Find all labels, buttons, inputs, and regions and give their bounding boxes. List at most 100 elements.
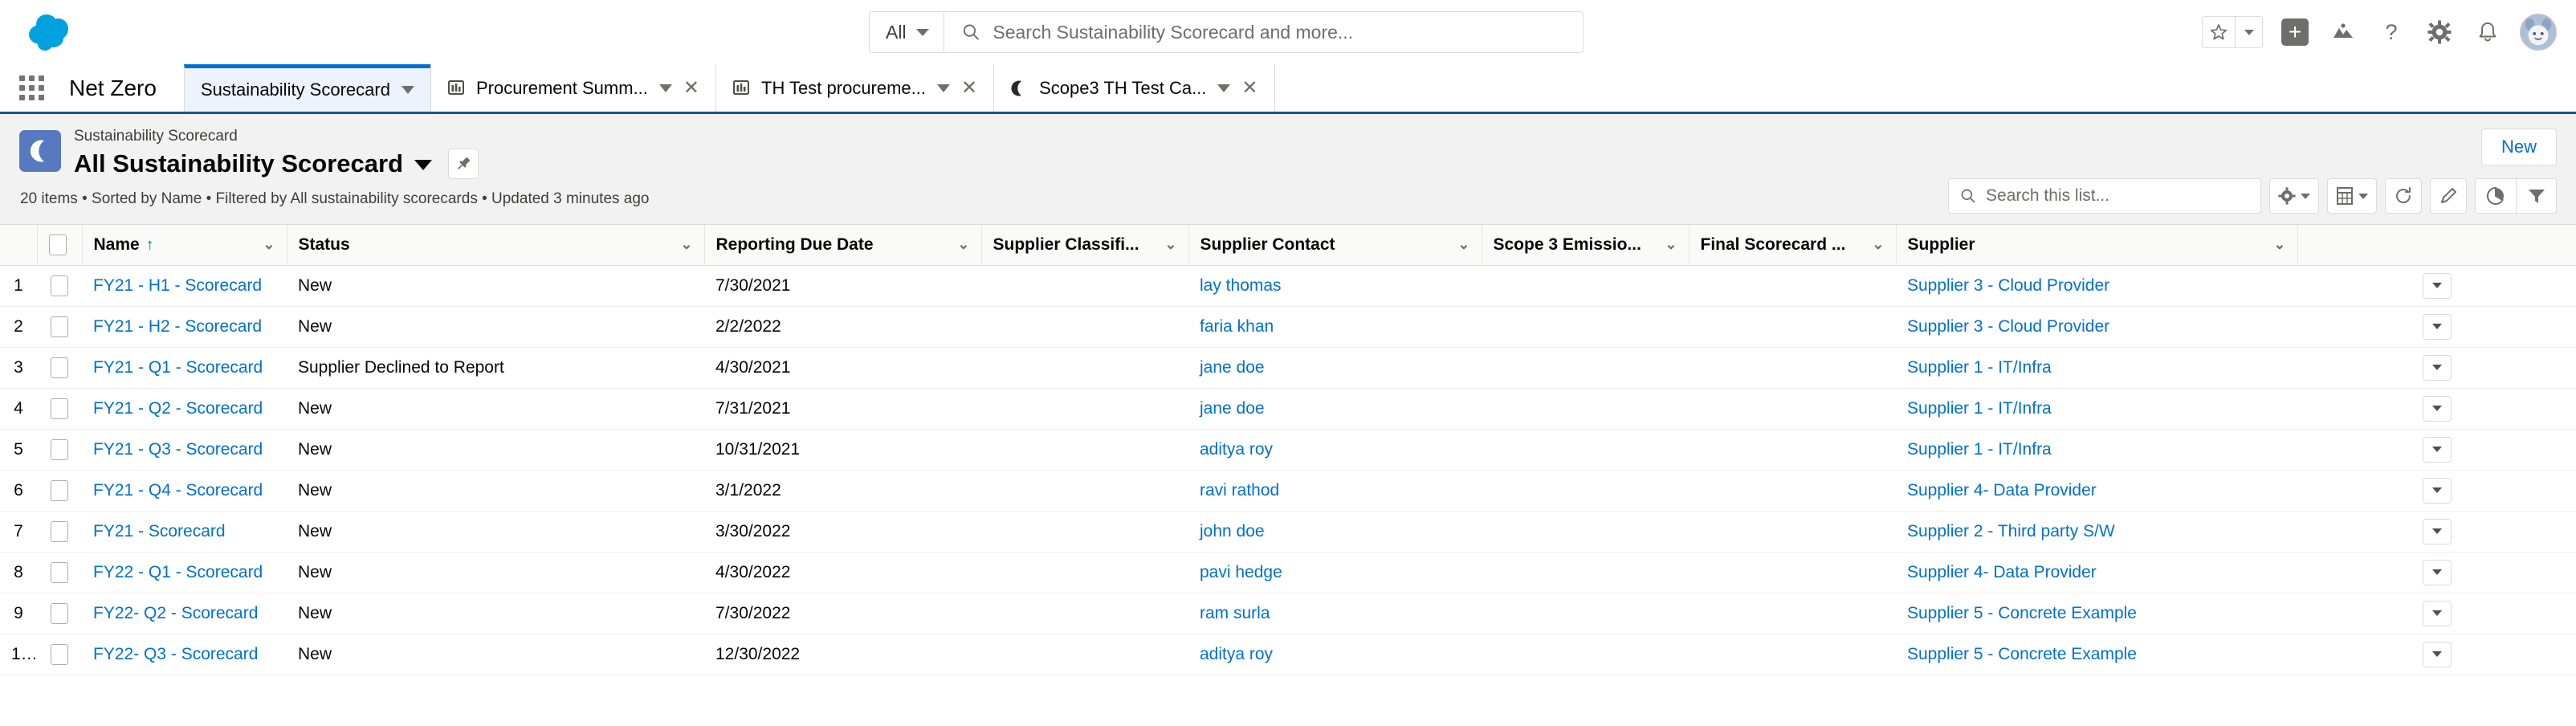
user-avatar[interactable]	[2520, 14, 2557, 51]
cell-name[interactable]: FY22- Q2 - Scorecard	[82, 593, 287, 634]
row-actions-button[interactable]	[2423, 642, 2452, 667]
row-checkbox[interactable]	[51, 480, 68, 501]
row-actions-button[interactable]	[2423, 519, 2452, 544]
row-checkbox[interactable]	[51, 521, 68, 542]
cell-supplier-contact[interactable]: aditya roy	[1188, 429, 1482, 470]
supplier-contact-link[interactable]: lay thomas	[1200, 276, 1282, 295]
cell-name[interactable]: FY22 - Q1 - Scorecard	[82, 552, 287, 593]
search-scope-selector[interactable]: All	[870, 12, 944, 52]
row-actions-button[interactable]	[2423, 273, 2452, 299]
cell-name[interactable]: FY21 - Q4 - Scorecard	[82, 470, 287, 511]
salesforce-cloud-logo[interactable]	[22, 10, 85, 55]
chevron-down-icon[interactable]	[937, 84, 950, 92]
row-actions-button[interactable]	[2423, 396, 2452, 422]
supplier-link[interactable]: Supplier 3 - Cloud Provider	[1907, 276, 2109, 295]
app-name[interactable]: Net Zero	[63, 64, 184, 112]
scorecard-name-link[interactable]: FY21 - Q1 - Scorecard	[93, 358, 263, 377]
help-icon[interactable]: ?	[2375, 16, 2407, 48]
supplier-link[interactable]: Supplier 1 - IT/Infra	[1907, 358, 2052, 377]
column-header-supplier-contact[interactable]: Supplier Contact ⌄	[1188, 225, 1482, 265]
cell-supplier[interactable]: Supplier 2 - Third party S/W	[1896, 511, 2297, 552]
supplier-contact-link[interactable]: aditya roy	[1200, 645, 1273, 663]
chevron-down-icon[interactable]	[414, 160, 432, 170]
supplier-link[interactable]: Supplier 5 - Concrete Example	[1907, 645, 2137, 663]
chevron-down-icon[interactable]: ⌄	[1872, 236, 1884, 253]
cell-supplier-contact[interactable]: aditya roy	[1188, 634, 1482, 675]
cell-supplier[interactable]: Supplier 3 - Cloud Provider	[1896, 306, 2297, 347]
row-actions-button[interactable]	[2423, 314, 2452, 340]
cell-supplier[interactable]: Supplier 4- Data Provider	[1896, 470, 2297, 511]
chevron-down-icon[interactable]: ⌄	[263, 236, 275, 253]
chevron-down-icon[interactable]: ⌄	[1457, 236, 1469, 253]
cell-name[interactable]: FY21 - Q3 - Scorecard	[82, 429, 287, 470]
supplier-contact-link[interactable]: ravi rathod	[1200, 481, 1279, 500]
display-as-button[interactable]	[2327, 178, 2377, 214]
scorecard-name-link[interactable]: FY21 - Q4 - Scorecard	[93, 481, 263, 500]
chevron-down-icon[interactable]: ⌄	[1665, 236, 1677, 253]
chart-button[interactable]	[2476, 179, 2516, 213]
cell-supplier[interactable]: Supplier 1 - IT/Infra	[1896, 429, 2297, 470]
cell-name[interactable]: FY22- Q3 - Scorecard	[82, 634, 287, 675]
list-view-controls-button[interactable]	[2269, 178, 2319, 214]
chevron-down-icon[interactable]: ⌄	[680, 236, 692, 253]
supplier-contact-link[interactable]: ram surla	[1200, 604, 1270, 622]
supplier-link[interactable]: Supplier 1 - IT/Infra	[1907, 399, 2052, 418]
supplier-contact-link[interactable]: jane doe	[1200, 399, 1265, 418]
cell-supplier-contact[interactable]: pavi hedge	[1188, 552, 1482, 593]
column-header-final-scorecard[interactable]: Final Scorecard ... ⌄	[1689, 225, 1896, 265]
supplier-contact-link[interactable]: jane doe	[1200, 358, 1265, 377]
row-actions-button[interactable]	[2423, 355, 2452, 381]
table-row[interactable]: 2FY21 - H2 - ScorecardNew2/2/2022faria k…	[0, 306, 2576, 347]
supplier-link[interactable]: Supplier 5 - Concrete Example	[1907, 604, 2137, 622]
supplier-link[interactable]: Supplier 1 - IT/Infra	[1907, 440, 2052, 459]
column-header-reporting-due-date[interactable]: Reporting Due Date ⌄	[704, 225, 981, 265]
global-search[interactable]: All	[869, 11, 1584, 53]
global-search-input[interactable]	[992, 22, 1583, 43]
table-row[interactable]: 5FY21 - Q3 - ScorecardNew10/31/2021adity…	[0, 429, 2576, 470]
supplier-link[interactable]: Supplier 4- Data Provider	[1907, 481, 2097, 500]
select-all-checkbox[interactable]	[49, 235, 67, 255]
row-checkbox[interactable]	[51, 439, 68, 460]
scorecard-name-link[interactable]: FY21 - Q2 - Scorecard	[93, 399, 263, 418]
edit-button[interactable]	[2430, 178, 2467, 214]
list-search[interactable]	[1948, 178, 2261, 214]
row-checkbox[interactable]	[51, 357, 68, 378]
refresh-button[interactable]	[2385, 178, 2422, 214]
chevron-down-icon[interactable]: ⌄	[2273, 236, 2285, 253]
cell-supplier[interactable]: Supplier 5 - Concrete Example	[1896, 634, 2297, 675]
column-header-name[interactable]: Name ↑ ⌄	[82, 225, 287, 265]
row-checkbox[interactable]	[51, 398, 68, 419]
supplier-link[interactable]: Supplier 3 - Cloud Provider	[1907, 317, 2109, 336]
cell-supplier[interactable]: Supplier 5 - Concrete Example	[1896, 593, 2297, 634]
close-icon[interactable]: ✕	[683, 79, 699, 98]
cell-supplier[interactable]: Supplier 3 - Cloud Provider	[1896, 265, 2297, 306]
table-row[interactable]: 7FY21 - ScorecardNew3/30/2022john doeSup…	[0, 511, 2576, 552]
cell-supplier-contact[interactable]: jane doe	[1188, 347, 1482, 388]
row-actions-button[interactable]	[2423, 478, 2452, 504]
cell-supplier-contact[interactable]: jane doe	[1188, 388, 1482, 429]
scorecard-name-link[interactable]: FY22- Q3 - Scorecard	[93, 645, 258, 663]
table-row[interactable]: 9FY22- Q2 - ScorecardNew7/30/2022ram sur…	[0, 593, 2576, 634]
cell-name[interactable]: FY21 - H1 - Scorecard	[82, 265, 287, 306]
chevron-down-icon[interactable]: ⌄	[1164, 236, 1176, 253]
table-row[interactable]: 3FY21 - Q1 - ScorecardSupplier Declined …	[0, 347, 2576, 388]
favorites-caret-icon[interactable]	[2235, 17, 2262, 47]
tab-procurement-summary[interactable]: Procurement Summ... ✕	[430, 64, 716, 112]
add-icon[interactable]: +	[2279, 16, 2311, 48]
favorites-group[interactable]	[2202, 16, 2263, 48]
row-actions-button[interactable]	[2423, 560, 2452, 585]
row-actions-button[interactable]	[2423, 601, 2452, 626]
app-launcher-waffle-icon[interactable]	[0, 64, 63, 112]
scorecard-name-link[interactable]: FY22 - Q1 - Scorecard	[93, 563, 263, 581]
table-row[interactable]: 10FY22- Q3 - ScorecardNew12/30/2022adity…	[0, 634, 2576, 675]
cell-supplier-contact[interactable]: lay thomas	[1188, 265, 1482, 306]
chevron-down-icon[interactable]	[659, 84, 672, 92]
row-checkbox[interactable]	[51, 316, 68, 337]
column-header-supplier[interactable]: Supplier ⌄	[1896, 225, 2297, 265]
row-checkbox[interactable]	[51, 562, 68, 583]
tab-sustainability-scorecard[interactable]: Sustainability Scorecard	[184, 64, 431, 112]
supplier-link[interactable]: Supplier 4- Data Provider	[1907, 563, 2097, 581]
supplier-contact-link[interactable]: john doe	[1200, 522, 1265, 540]
chevron-down-icon[interactable]	[401, 86, 414, 94]
chevron-down-icon[interactable]	[1217, 84, 1230, 92]
